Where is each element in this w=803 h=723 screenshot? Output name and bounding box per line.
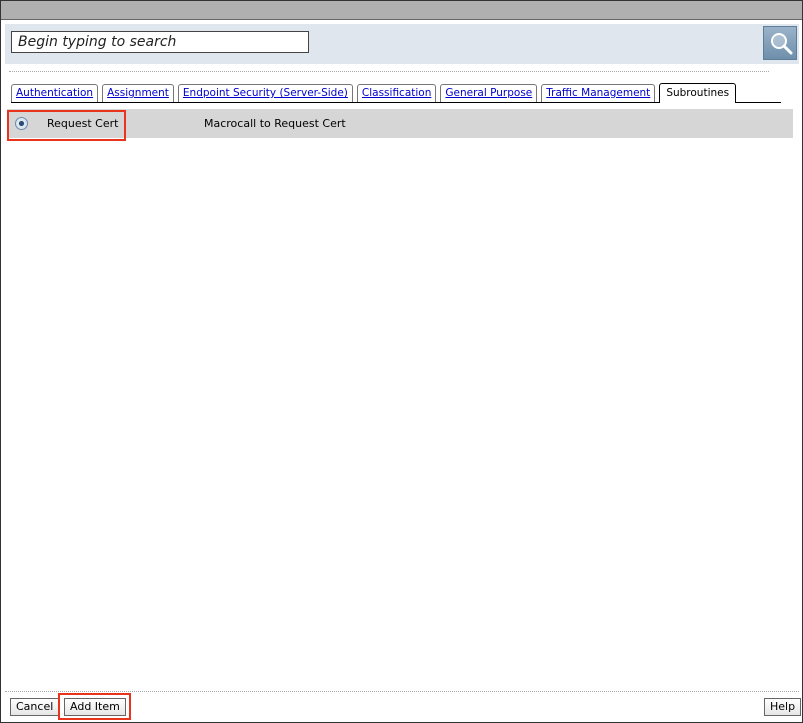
tab-traffic-management[interactable]: Traffic Management <box>541 84 656 102</box>
footer-divider <box>5 691 799 692</box>
tab-subroutines[interactable]: Subroutines <box>659 83 737 103</box>
tab-authentication[interactable]: Authentication <box>11 84 99 102</box>
highlight-add-item <box>58 693 131 720</box>
tab-general-purpose[interactable]: General Purpose <box>440 84 538 102</box>
dialog-titlebar[interactable] <box>1 1 802 20</box>
divider <box>9 71 769 72</box>
item-description: Macrocall to Request Cert <box>204 117 346 130</box>
add-item-dialog: Authentication Assignment Endpoint Secur… <box>0 0 803 723</box>
help-button[interactable]: Help <box>764 698 802 716</box>
category-tabs: Authentication Assignment Endpoint Secur… <box>11 83 781 103</box>
search-input[interactable] <box>11 31 309 53</box>
highlight-request-cert <box>7 110 126 141</box>
cancel-button[interactable]: Cancel <box>10 698 60 716</box>
tab-classification[interactable]: Classification <box>356 84 437 102</box>
tab-endpoint-security[interactable]: Endpoint Security (Server-Side) <box>177 84 353 102</box>
tab-assignment[interactable]: Assignment <box>102 84 174 102</box>
magnifier-icon <box>771 33 793 55</box>
search-bar <box>5 24 799 64</box>
search-button[interactable] <box>763 26 797 60</box>
